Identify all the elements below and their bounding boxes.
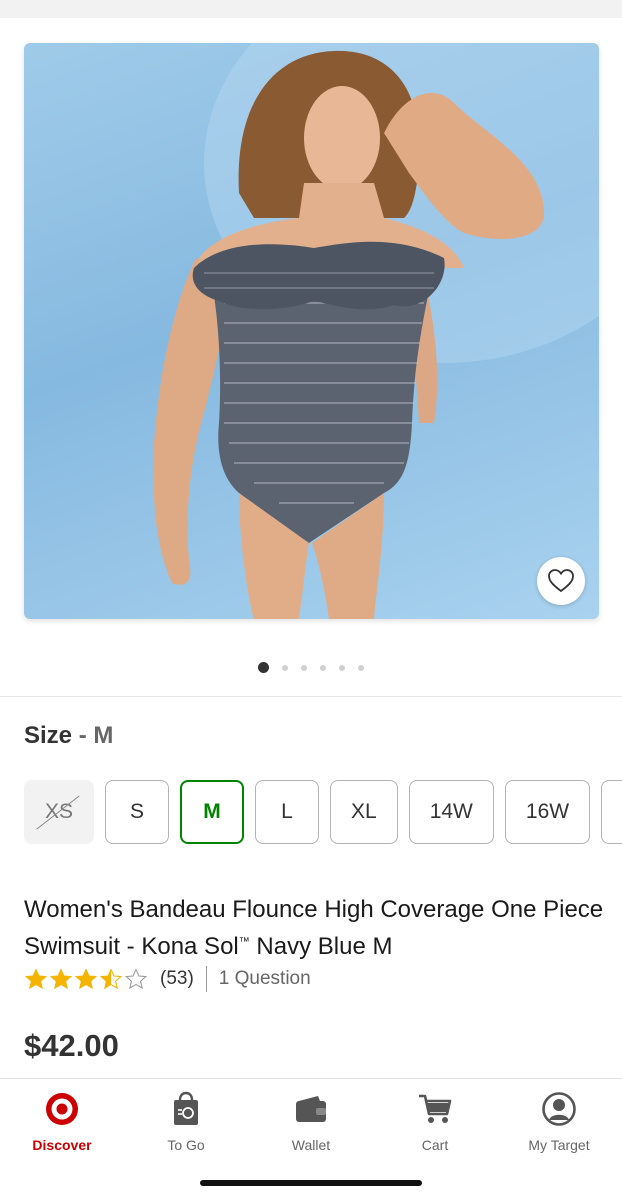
cart-icon [415,1089,455,1129]
size-selector: XS S M L XL 14W 16W 18 [24,780,622,844]
tab-to-go[interactable]: To Go [124,1089,248,1153]
carousel-dot[interactable] [339,664,345,671]
star-icon [99,968,123,990]
model-photo [153,43,599,619]
tab-label: Wallet [291,1137,331,1153]
heart-icon [548,569,574,593]
star-icon [24,968,48,990]
tab-discover[interactable]: Discover [0,1089,124,1153]
home-indicator [200,1180,422,1186]
tab-wallet[interactable]: Wallet [249,1089,373,1153]
favorite-button[interactable] [537,557,585,605]
size-heading-label: Size [24,722,73,749]
target-bullseye-icon [42,1089,82,1129]
size-option-14w[interactable]: 14W [408,780,494,844]
star-icon [49,968,73,990]
tab-label: Cart [421,1137,449,1153]
size-option-l[interactable]: L [255,780,320,844]
size-option-18[interactable]: 18 [601,780,622,844]
account-icon [539,1089,579,1129]
star-icon [124,968,148,990]
size-option-m[interactable]: M [180,780,245,844]
carousel-dot[interactable] [320,664,326,671]
tab-label: Discover [32,1137,92,1153]
price: $42.00 [24,1028,119,1063]
tab-cart[interactable]: Cart [373,1089,497,1153]
carousel-dot[interactable] [282,664,288,671]
tab-label: To Go [167,1137,205,1153]
carousel-dot[interactable] [358,664,364,671]
star-rating[interactable] [24,968,148,990]
size-option-16w[interactable]: 16W [504,780,591,844]
carousel-dot[interactable] [301,664,307,671]
divider [0,696,622,697]
questions-link[interactable]: 1 Question [219,968,311,990]
rating-row: (53) 1 Question [24,964,311,994]
rating-separator [205,966,207,992]
top-bar [0,0,622,18]
product-image[interactable] [24,43,599,619]
size-heading: Size - M [24,722,113,750]
product-title: Women's Bandeau Flounce High Coverage On… [24,894,604,963]
star-icon [74,968,98,990]
size-heading-separator: - [78,722,87,749]
size-option-xs[interactable]: XS [24,780,95,844]
carousel-dot[interactable] [258,662,269,673]
size-option-xl[interactable]: XL [330,780,398,844]
size-option-s[interactable]: S [105,780,170,844]
trademark-symbol: ™ [238,936,250,948]
product-title-tail: Navy Blue M [249,933,393,960]
tab-label: My Target [528,1137,590,1153]
image-carousel-indicator[interactable] [0,662,622,673]
selected-size-value: M [93,722,114,749]
review-count-link[interactable]: (53) [160,968,194,990]
wallet-icon [291,1089,331,1129]
tab-my-target[interactable]: My Target [497,1089,621,1153]
shopping-bag-icon [166,1089,206,1129]
